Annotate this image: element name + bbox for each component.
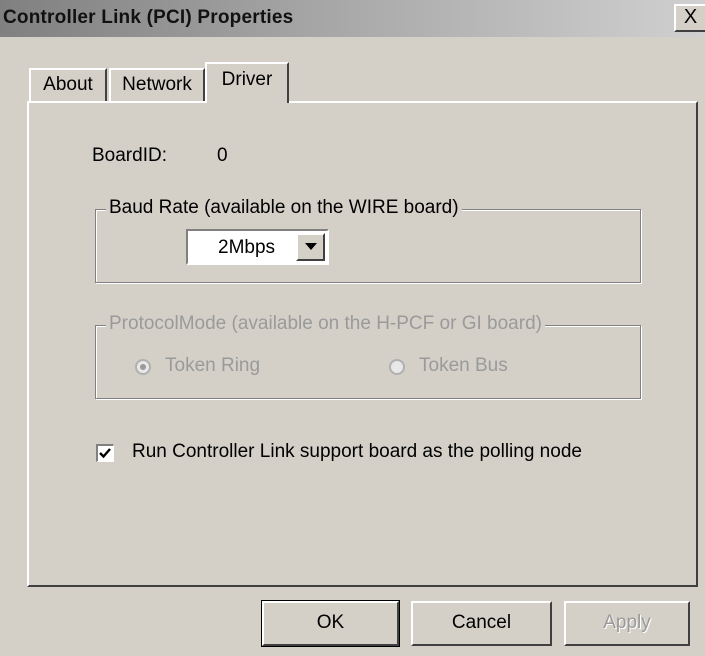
baud-rate-dropdown-button[interactable] [296,233,325,261]
baud-rate-group: Baud Rate (available on the WIRE board) [95,197,641,283]
properties-dialog: Controller Link (PCI) Properties X About… [0,0,705,656]
apply-button[interactable]: Apply [564,601,690,646]
token-ring-label: Token Ring [165,355,261,376]
token-bus-radio[interactable] [389,359,405,375]
ok-button-label: OK [316,612,345,633]
board-id-label: BoardID: [92,145,167,166]
cancel-button[interactable]: Cancel [411,601,552,646]
checkmark-icon [99,448,111,459]
cancel-button-label: Cancel [451,612,512,633]
radio-selected-dot [140,364,146,370]
polling-node-checkbox[interactable] [96,444,114,462]
baud-rate-value: 2Mbps [218,237,276,258]
token-ring-radio[interactable] [135,359,151,375]
protocol-mode-group-label: ProtocolMode (available on the H-PCF or … [106,313,545,335]
apply-button-label: Apply [603,612,651,633]
token-bus-label: Token Bus [419,355,508,376]
baud-rate-select[interactable]: 2Mbps [186,229,329,265]
chevron-down-icon [305,243,317,250]
ok-button[interactable]: OK [261,600,400,647]
polling-node-label[interactable]: Run Controller Link support board as the… [132,441,582,463]
baud-rate-group-label: Baud Rate (available on the WIRE board) [106,197,462,219]
board-id-value: 0 [217,145,228,166]
